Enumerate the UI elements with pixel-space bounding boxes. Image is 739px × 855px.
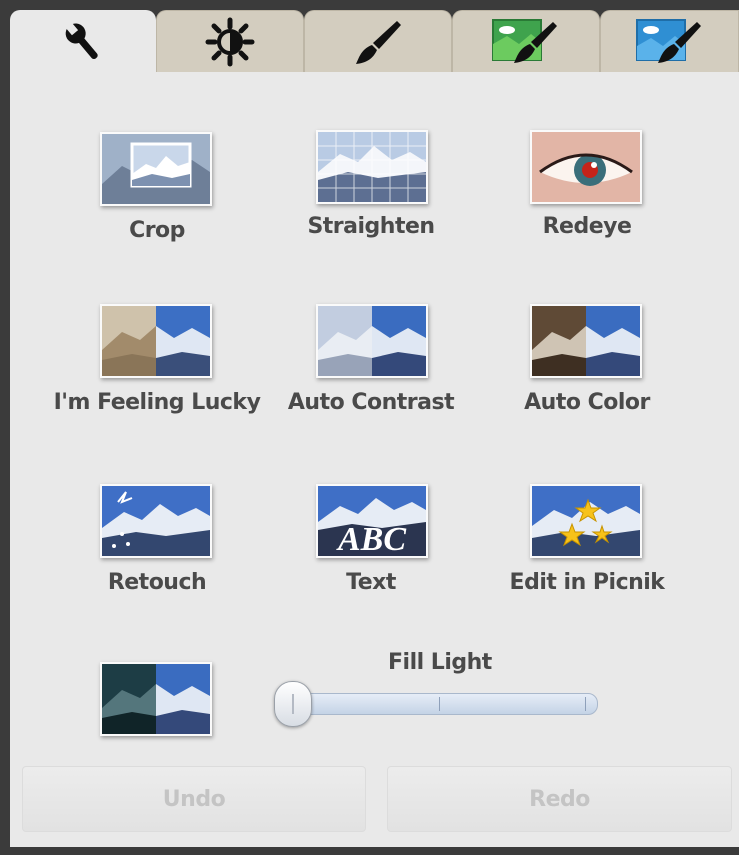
- retouch-thumbnail: [100, 484, 212, 558]
- redeye-tool[interactable]: Redeye: [482, 126, 692, 256]
- slider-tick: [585, 697, 586, 711]
- edit-in-picnik-label: Edit in Picnik: [509, 570, 665, 595]
- fill-light-slider-handle[interactable]: [274, 681, 312, 727]
- redeye-label: Redeye: [542, 214, 632, 239]
- im-feeling-lucky-tool[interactable]: I'm Feeling Lucky: [52, 300, 262, 430]
- auto-contrast-tool[interactable]: Auto Contrast: [266, 300, 476, 430]
- crop-label: Crop: [129, 218, 185, 243]
- text-thumbnail-caption: ABC: [336, 521, 406, 556]
- retouch-label: Retouch: [107, 570, 207, 595]
- auto-color-label: Auto Color: [524, 390, 650, 415]
- wrench-icon: [64, 21, 98, 59]
- im-feeling-lucky-thumbnail: [100, 304, 212, 378]
- straighten-tool[interactable]: Straighten: [266, 126, 476, 256]
- tab-exposure[interactable]: [156, 10, 304, 72]
- straighten-label: Straighten: [307, 214, 435, 239]
- text-label: Text: [346, 570, 396, 595]
- auto-color-thumbnail: [530, 304, 642, 378]
- auto-contrast-label: Auto Contrast: [287, 390, 455, 415]
- edit-in-picnik-tool[interactable]: Edit in Picnik: [482, 480, 692, 610]
- crop-tool[interactable]: Crop: [52, 128, 262, 258]
- straighten-thumbnail: [316, 130, 428, 204]
- fill-light-slider-track[interactable]: [284, 693, 598, 715]
- brush-icon: [356, 20, 401, 64]
- blue-landscape-brush-icon: [635, 18, 701, 63]
- tab-effects[interactable]: [304, 10, 452, 72]
- text-tool[interactable]: ABC Text: [266, 480, 476, 610]
- redeye-thumbnail: [530, 130, 642, 204]
- undo-button[interactable]: Undo: [22, 766, 366, 832]
- tab-advanced[interactable]: [600, 10, 739, 72]
- exposure-icon: [205, 17, 255, 66]
- slider-tick: [439, 697, 440, 711]
- tab-basic-edits[interactable]: [10, 10, 156, 74]
- fill-light-label: Fill Light: [388, 650, 492, 675]
- tab-frames[interactable]: [452, 10, 600, 72]
- edit-in-picnik-thumbnail: [530, 484, 642, 558]
- redo-button[interactable]: Redo: [387, 766, 732, 832]
- retouch-tool[interactable]: Retouch: [52, 480, 262, 610]
- auto-color-tool[interactable]: Auto Color: [482, 300, 692, 430]
- auto-contrast-thumbnail: [316, 304, 428, 378]
- editor-window: Crop Straighten Redeye I'm Feeling Lucky…: [0, 0, 739, 855]
- crop-thumbnail: [100, 132, 212, 206]
- green-landscape-brush-icon: [492, 18, 557, 63]
- im-feeling-lucky-label: I'm Feeling Lucky: [53, 390, 261, 415]
- fill-light-thumbnail: [100, 662, 212, 736]
- text-thumbnail: ABC: [316, 484, 428, 558]
